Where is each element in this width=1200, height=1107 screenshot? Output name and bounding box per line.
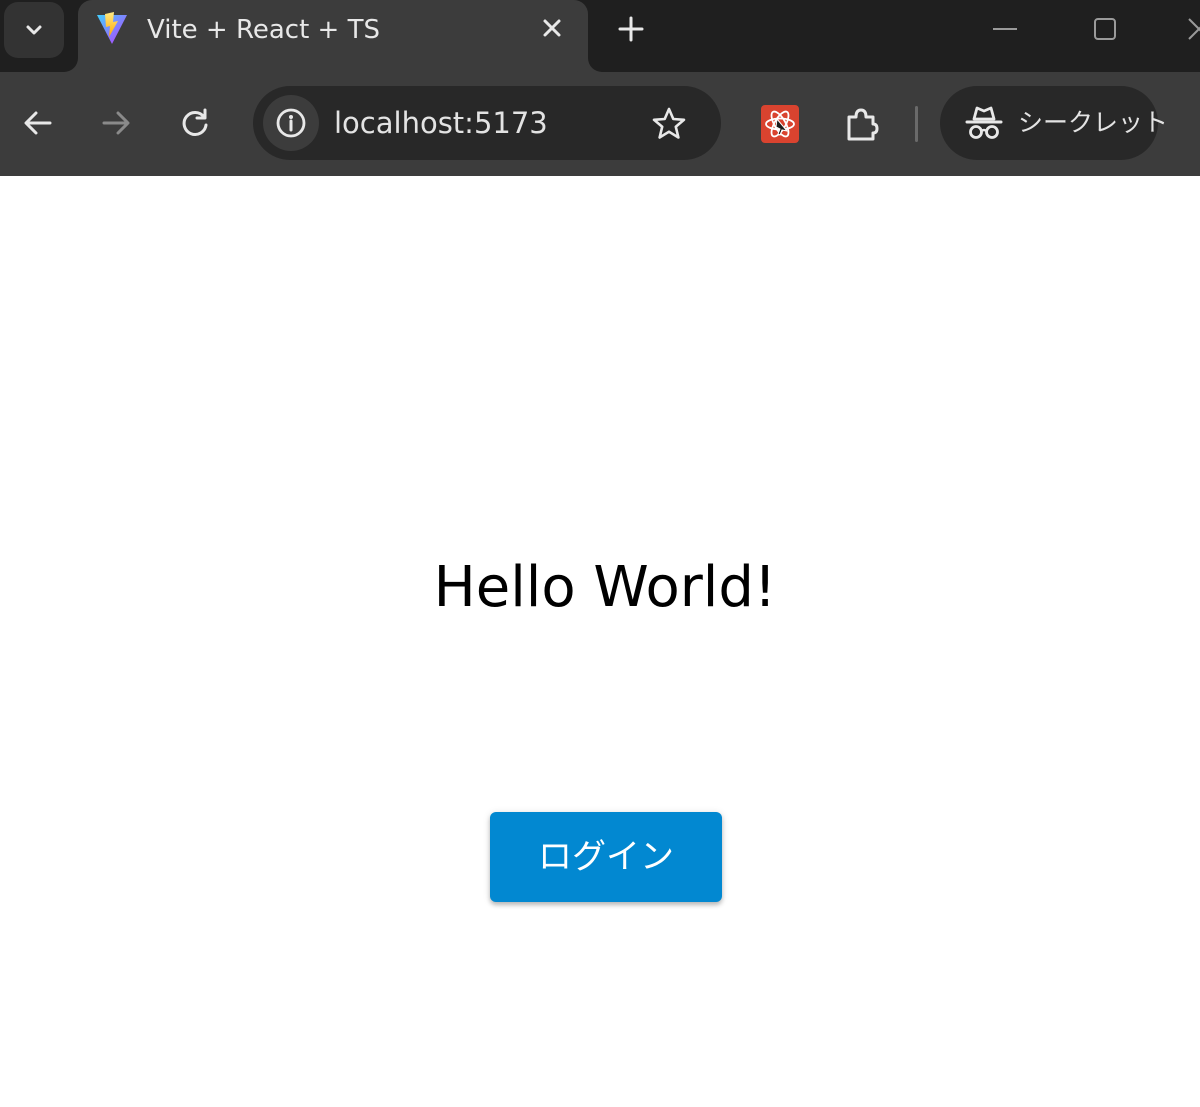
browser-tabstrip: Vite + React + TS [0,0,1200,72]
forward-button[interactable] [92,99,140,147]
site-info-button[interactable] [263,95,319,151]
vite-logo-icon [97,12,127,44]
arrow-left-icon [24,111,52,135]
window-minimize-button[interactable] [988,14,1022,44]
login-button[interactable]: ログイン [490,812,722,902]
react-devtools-icon[interactable] [761,105,799,143]
back-button[interactable] [14,99,62,147]
plus-icon [618,16,644,42]
close-icon [543,19,561,37]
reload-icon [182,108,208,136]
reload-button[interactable] [171,99,219,147]
page-heading: Hello World! [433,555,777,620]
browser-toolbar: localhost:5173 シークレット [0,72,1200,176]
address-bar[interactable]: localhost:5173 [253,86,721,160]
page-content: Hello World! ログイン [0,176,1200,1107]
close-icon [1188,18,1200,40]
browser-tab-active[interactable]: Vite + React + TS [78,0,588,72]
url-text[interactable]: localhost:5173 [334,105,548,141]
tab-close-button[interactable] [536,12,568,44]
incognito-label: シークレット [1018,108,1169,137]
puzzle-icon [847,108,879,141]
toolbar-divider [915,106,918,142]
info-icon [276,108,306,138]
window-close-button[interactable] [1186,12,1200,46]
new-tab-button[interactable] [612,10,650,48]
minimize-icon [993,28,1017,30]
chevron-down-icon [26,25,42,35]
star-icon [652,107,686,139]
window-maximize-button[interactable] [1088,12,1122,46]
tab-search-button[interactable] [4,2,64,58]
incognito-icon [965,106,1003,139]
bookmark-button[interactable] [649,104,689,144]
extensions-button[interactable] [840,103,882,145]
tab-title: Vite + React + TS [147,15,380,45]
maximize-icon [1094,18,1116,40]
arrow-right-icon [102,111,130,135]
incognito-button[interactable]: シークレット [940,86,1168,160]
